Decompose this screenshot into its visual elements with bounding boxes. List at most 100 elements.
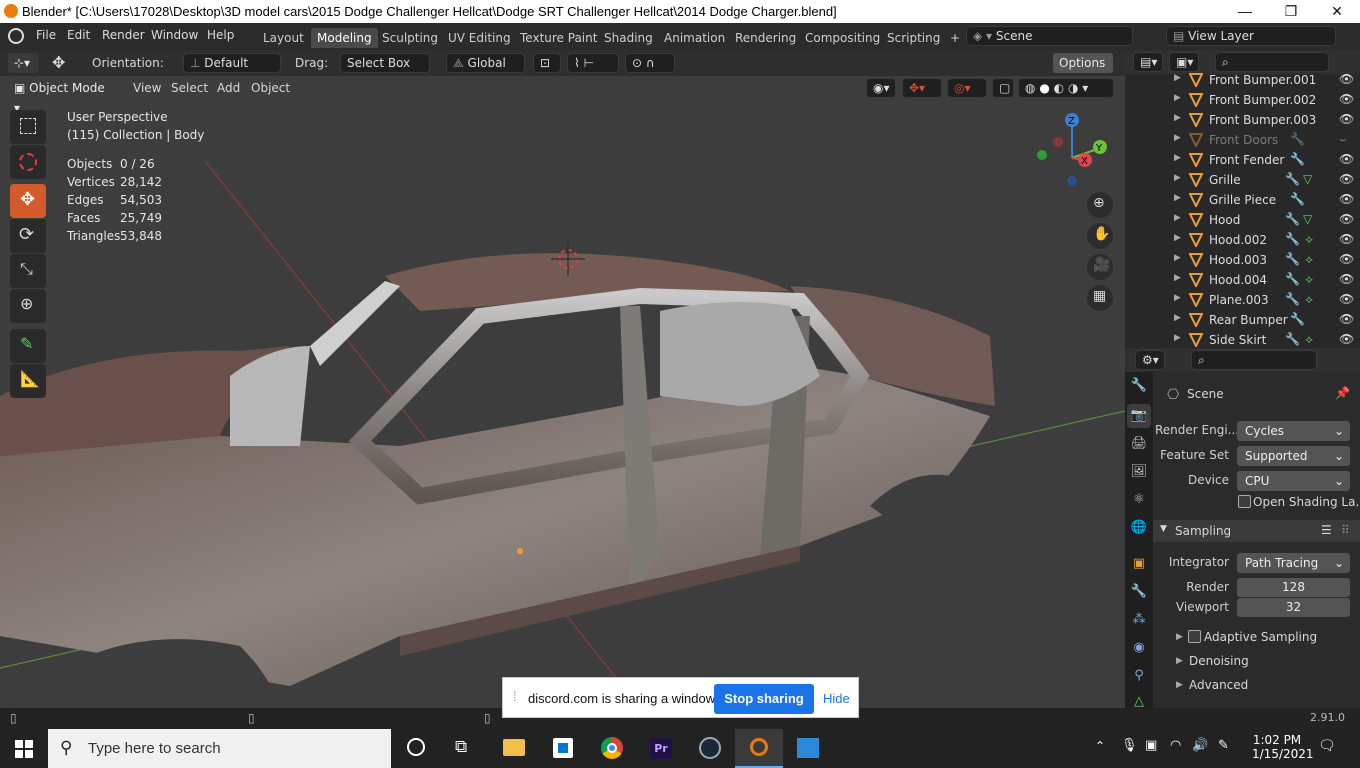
expand-chevron-icon[interactable]: ▶ <box>1174 213 1181 223</box>
scene-selector[interactable]: ◈ ▾ Scene <box>966 26 1133 46</box>
object-tab-icon[interactable]: ▣ <box>1127 552 1151 576</box>
outliner-item[interactable]: ▶ Rear Bumper 🔧 👁 <box>1125 310 1360 330</box>
rendered-shading-icon[interactable]: ◑ <box>1068 81 1078 95</box>
modifier-wrench-icon[interactable]: 🔧 <box>1285 232 1300 246</box>
volume-icon[interactable]: 🔊 <box>1192 738 1208 753</box>
tool-settings-icon[interactable]: ⊹▾ <box>8 53 38 73</box>
outliner-item[interactable]: ▶ Front Bumper.002 👁 <box>1125 90 1360 110</box>
transform-orientation-dropdown[interactable]: ⟁ Global <box>446 53 525 73</box>
steam-icon[interactable] <box>686 729 734 768</box>
tab-layout[interactable]: Layout <box>257 28 310 48</box>
premiere-icon[interactable]: Pr <box>637 729 685 768</box>
stop-sharing-button[interactable]: Stop sharing <box>714 684 814 714</box>
expand-chevron-icon[interactable]: ▶ <box>1174 253 1181 263</box>
outliner-item[interactable]: ▶ Plane.003 🔧 ⟡ 👁 <box>1125 290 1360 310</box>
minimize-button[interactable]: — <box>1222 0 1268 23</box>
pivot-point-icon[interactable]: ⊡ <box>533 53 561 73</box>
menu-file[interactable]: File <box>36 28 56 42</box>
viewport-samples-field[interactable]: 32 <box>1237 598 1350 617</box>
wireframe-shading-icon[interactable]: ◍ <box>1025 81 1035 95</box>
modifier-tab-icon[interactable]: 🔧 <box>1127 580 1151 604</box>
modifier-wrench-icon[interactable]: 🔧 <box>1290 152 1305 166</box>
outliner-editor-icon[interactable]: ▤▾ <box>1133 52 1163 72</box>
modifier-wrench-icon[interactable]: 🔧 <box>1285 332 1300 346</box>
vertex-group-icon[interactable]: ⟡ <box>1305 232 1313 247</box>
material-shading-icon[interactable]: ◐ <box>1054 81 1064 95</box>
constraints-tab-icon[interactable]: ⚲ <box>1127 664 1151 688</box>
cursor-tool[interactable] <box>10 145 46 179</box>
hide-button[interactable]: Hide <box>823 691 850 706</box>
menu-view[interactable]: View <box>133 81 161 95</box>
physics-tab-icon[interactable]: ◉ <box>1127 636 1151 660</box>
microphone-icon[interactable]: 🎙 <box>1121 738 1138 753</box>
xray-icon[interactable]: ▢ <box>992 78 1014 98</box>
options-dropdown[interactable]: Options ▾ <box>1053 53 1113 90</box>
view-layer-tab-icon[interactable]: 🖼 <box>1127 460 1151 484</box>
menu-edit[interactable]: Edit <box>67 28 90 42</box>
render-tab-icon[interactable]: 📷 <box>1127 404 1151 428</box>
expand-chevron-icon[interactable]: ▶ <box>1174 193 1181 203</box>
blender-menu-icon[interactable] <box>8 28 24 44</box>
chrome-icon[interactable] <box>588 729 636 768</box>
camera-view-icon[interactable]: 🎥 <box>1087 254 1113 280</box>
adaptive-sampling-checkbox[interactable] <box>1188 630 1201 643</box>
show-hidden-icons[interactable]: ⌃ <box>1095 739 1105 753</box>
modifier-wrench-icon[interactable]: 🔧 <box>1290 312 1305 326</box>
tool-tab-icon[interactable]: 🔧 <box>1127 374 1151 398</box>
world-tab-icon[interactable]: 🌐 <box>1127 516 1151 540</box>
add-workspace-button[interactable]: + <box>944 28 966 48</box>
outliner-item[interactable]: ▶ Front Bumper.001 👁 <box>1125 70 1360 90</box>
blender-taskbar-icon[interactable] <box>735 729 783 768</box>
visibility-eye-icon[interactable]: 👁 <box>1339 152 1354 166</box>
menu-object[interactable]: Object <box>251 81 290 95</box>
tab-compositing[interactable]: Compositing <box>799 28 886 48</box>
tab-rendering[interactable]: Rendering <box>729 28 802 48</box>
mesh-data-icon[interactable]: ▽ <box>1303 212 1312 226</box>
expand-chevron-icon[interactable]: ▶ <box>1176 680 1183 690</box>
modifier-wrench-icon[interactable]: 🔧 <box>1285 172 1300 186</box>
orientation-dropdown[interactable]: ⊥ Default <box>183 53 281 73</box>
tab-uv-editing[interactable]: UV Editing <box>442 28 517 48</box>
view-layer-selector[interactable]: ▤ View Layer <box>1166 26 1336 46</box>
visibility-eye-icon[interactable]: 👁 <box>1339 72 1354 86</box>
scale-tool[interactable]: ⤡ <box>10 254 46 288</box>
expand-chevron-icon[interactable]: ▶ <box>1174 233 1181 243</box>
menu-select[interactable]: Select <box>171 81 208 95</box>
visibility-eye-icon[interactable]: 👁 <box>1339 292 1354 306</box>
ortho-grid-icon[interactable]: ▦ <box>1087 285 1113 311</box>
expand-chevron-icon[interactable]: ▶ <box>1174 313 1181 323</box>
expand-chevron-icon[interactable]: ▶ <box>1174 93 1181 103</box>
proportional-edit-icon[interactable]: ⊙ ∩ <box>625 53 675 73</box>
tab-animation[interactable]: Animation <box>658 28 731 48</box>
photos-icon[interactable] <box>784 729 832 768</box>
visibility-eye-icon[interactable]: 👁 <box>1339 212 1354 226</box>
tab-scripting[interactable]: Scripting <box>881 28 946 48</box>
visibility-eye-icon[interactable]: 👁 <box>1339 252 1354 266</box>
tab-modeling[interactable]: Modeling <box>311 28 378 48</box>
drag-dropdown[interactable]: Select Box <box>340 53 430 73</box>
list-icon[interactable]: ☰ <box>1321 523 1332 537</box>
properties-editor-icon[interactable]: ⚙▾ <box>1135 350 1165 370</box>
file-explorer-icon[interactable] <box>490 729 538 768</box>
vertex-group-icon[interactable]: ⟡ <box>1305 292 1313 307</box>
denoising-subpanel[interactable]: Denoising <box>1189 654 1249 668</box>
move-tool[interactable]: ✥ <box>10 184 46 218</box>
visibility-eye-icon[interactable]: 👁 <box>1339 232 1354 246</box>
menu-window[interactable]: Window <box>151 28 198 42</box>
expand-chevron-icon[interactable]: ▶ <box>1174 153 1181 163</box>
wifi-icon[interactable]: ◠ <box>1170 738 1181 753</box>
visibility-eye-icon[interactable]: 👁 <box>1339 332 1354 346</box>
tab-shading[interactable]: Shading <box>598 28 659 48</box>
modifier-wrench-icon[interactable]: 🔧 <box>1290 132 1305 146</box>
shading-modes[interactable]: ◍ ● ◐ ◑ ▾ <box>1018 78 1114 98</box>
3d-viewport[interactable]: ▣ Object Mode ▾ View Select Add Object ◉… <box>0 76 1125 708</box>
outliner-item[interactable]: ▶ Front Fender 🔧 👁 <box>1125 150 1360 170</box>
output-tab-icon[interactable]: 🖨 <box>1127 432 1151 456</box>
render-engine-dropdown[interactable]: Cycles ⌄ <box>1237 421 1350 441</box>
expand-chevron-icon[interactable]: ▶ <box>1176 656 1183 666</box>
outliner-item[interactable]: ▶ Front Doors 🔧 ⌣ <box>1125 130 1360 150</box>
visibility-icon[interactable]: ◉▾ <box>866 78 896 98</box>
expand-chevron-icon[interactable]: ▶ <box>1174 133 1181 143</box>
visibility-eye-icon[interactable]: 👁 <box>1339 172 1354 186</box>
zoom-icon[interactable]: ⊕ <box>1087 192 1113 218</box>
